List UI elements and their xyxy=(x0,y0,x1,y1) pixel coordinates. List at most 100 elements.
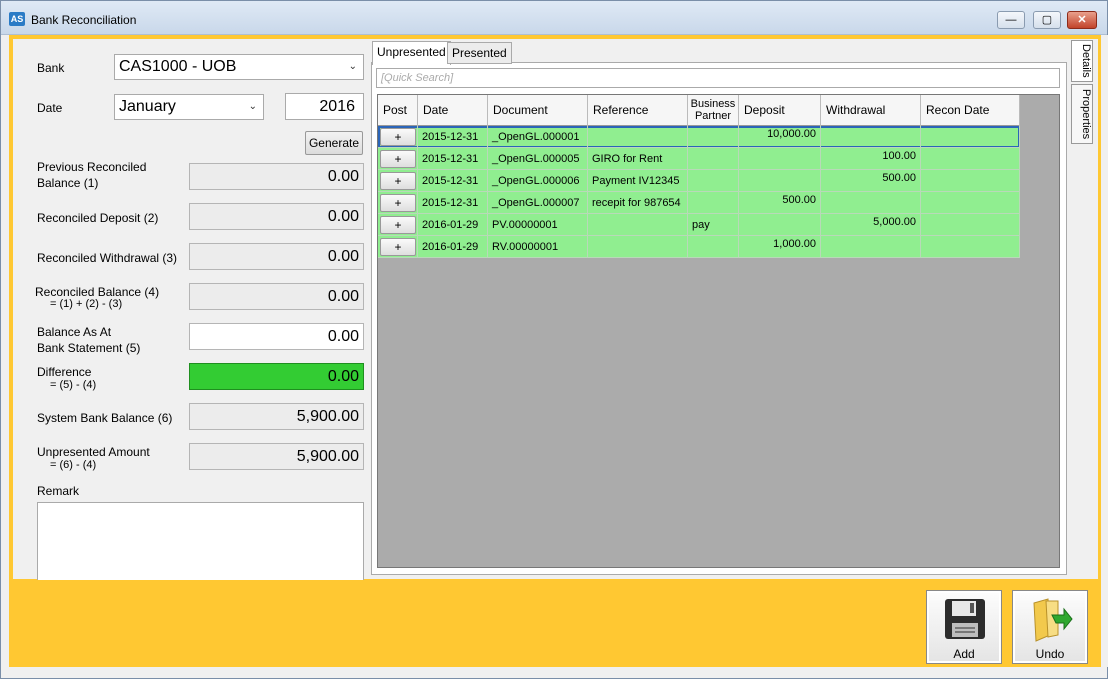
withdrawal-cell xyxy=(821,236,921,258)
recon-date-cell[interactable] xyxy=(921,236,1020,258)
system-bank-balance-field: 5,900.00 xyxy=(189,403,364,430)
quick-search-input[interactable]: [Quick Search] xyxy=(376,68,1060,88)
date-cell: 2015-12-31 xyxy=(418,126,488,148)
chevron-down-icon: ⌄ xyxy=(348,61,357,72)
post-cell: + xyxy=(378,192,418,214)
close-button[interactable]: ✕ xyxy=(1067,11,1097,29)
unpresented-amount-field: 5,900.00 xyxy=(189,443,364,470)
unpresented-amount-label: Unpresented Amount xyxy=(37,445,150,459)
recon-date-cell[interactable] xyxy=(921,148,1020,170)
deposit-cell xyxy=(739,214,821,236)
reconciled-withdrawal-field: 0.00 xyxy=(189,243,364,270)
column-header-deposit[interactable]: Deposit xyxy=(739,95,821,126)
transactions-grid: Post Date Document Reference Business Pa… xyxy=(377,94,1060,568)
bank-select[interactable]: CAS1000 - UOB ⌄ xyxy=(114,54,364,80)
column-header-withdrawal[interactable]: Withdrawal xyxy=(821,95,921,126)
post-button[interactable]: + xyxy=(380,150,416,168)
month-select[interactable]: January ⌄ xyxy=(114,94,264,120)
undo-button-label: Undo xyxy=(1035,647,1065,661)
add-button[interactable]: Add xyxy=(926,590,1002,664)
table-row[interactable]: + 2015-12-31 _OpenGL.000006 Payment IV12… xyxy=(378,170,1020,192)
partner-cell xyxy=(688,192,739,214)
business-partner-line-1: Business xyxy=(690,98,736,110)
column-header-business-partner[interactable]: Business Partner xyxy=(688,95,739,126)
side-tab-details[interactable]: Details xyxy=(1071,40,1093,82)
title-bar[interactable]: AS Bank Reconciliation — ▢ ✕ xyxy=(1,1,1107,35)
reconciled-deposit-label: Reconciled Deposit (2) xyxy=(37,211,159,225)
withdrawal-cell: 500.00 xyxy=(821,170,921,192)
remark-textarea[interactable] xyxy=(37,502,364,580)
bank-statement-balance-input[interactable]: 0.00 xyxy=(189,323,364,350)
deposit-cell xyxy=(739,170,821,192)
difference-field: 0.00 xyxy=(189,363,364,390)
date-cell: 2016-01-29 xyxy=(418,214,488,236)
date-cell: 2015-12-31 xyxy=(418,192,488,214)
deposit-cell: 10,000.00 xyxy=(739,126,821,148)
business-partner-line-2: Partner xyxy=(694,110,732,122)
table-row[interactable]: + 2016-01-29 RV.00000001 1,000.00 xyxy=(378,236,1020,258)
column-header-document[interactable]: Document xyxy=(488,95,588,126)
post-cell: + xyxy=(378,126,418,148)
reconciled-deposit-field: 0.00 xyxy=(189,203,364,230)
undo-folder-icon xyxy=(1033,598,1073,642)
post-button[interactable]: + xyxy=(380,194,416,212)
partner-cell xyxy=(688,236,739,258)
month-value: January xyxy=(119,98,176,115)
post-button[interactable]: + xyxy=(380,128,416,146)
column-header-post[interactable]: Post xyxy=(378,95,418,126)
minimize-button[interactable]: — xyxy=(997,11,1025,29)
undo-button[interactable]: Undo xyxy=(1012,590,1088,664)
withdrawal-cell xyxy=(821,192,921,214)
post-button[interactable]: + xyxy=(380,238,416,256)
reference-cell: GIRO for Rent xyxy=(588,148,688,170)
column-header-recon-date[interactable]: Recon Date xyxy=(921,95,1020,126)
recon-date-cell[interactable] xyxy=(921,214,1020,236)
reconciled-withdrawal-label: Reconciled Withdrawal (3) xyxy=(37,251,178,265)
add-button-label: Add xyxy=(953,647,975,661)
year-input[interactable]: 2016 xyxy=(285,93,364,120)
reference-cell: Payment IV12345 xyxy=(588,170,688,192)
table-row[interactable]: + 2015-12-31 _OpenGL.000001 10,000.00 xyxy=(378,126,1020,148)
date-cell: 2015-12-31 xyxy=(418,148,488,170)
withdrawal-cell: 5,000.00 xyxy=(821,214,921,236)
document-cell: _OpenGL.000005 xyxy=(488,148,588,170)
post-button[interactable]: + xyxy=(380,216,416,234)
reference-cell: recepit for 987654 xyxy=(588,192,688,214)
table-row[interactable]: + 2016-01-29 PV.00000001 pay 5,000.00 xyxy=(378,214,1020,236)
window-title: Bank Reconciliation xyxy=(31,13,137,27)
date-cell: 2015-12-31 xyxy=(418,170,488,192)
recon-date-cell[interactable] xyxy=(921,126,1020,148)
post-cell: + xyxy=(378,170,418,192)
recon-date-cell[interactable] xyxy=(921,192,1020,214)
table-row[interactable]: + 2015-12-31 _OpenGL.000007 recepit for … xyxy=(378,192,1020,214)
document-cell: _OpenGL.000001 xyxy=(488,126,588,148)
reference-cell xyxy=(588,236,688,258)
post-cell: + xyxy=(378,236,418,258)
chevron-down-icon: ⌄ xyxy=(248,101,257,112)
app-icon: AS xyxy=(9,12,25,26)
document-cell: PV.00000001 xyxy=(488,214,588,236)
bank-statement-label-2: Bank Statement (5) xyxy=(37,341,141,355)
bank-statement-label: Balance As At xyxy=(37,325,112,339)
post-button[interactable]: + xyxy=(380,172,416,190)
recon-date-cell[interactable] xyxy=(921,170,1020,192)
tab-unpresented[interactable]: Unpresented xyxy=(372,41,451,65)
side-tab-properties[interactable]: Properties xyxy=(1071,84,1093,144)
deposit-cell: 500.00 xyxy=(739,192,821,214)
generate-button[interactable]: Generate xyxy=(305,131,363,155)
date-label: Date xyxy=(37,101,63,115)
reconciled-balance-formula: = (1) + (2) - (3) xyxy=(50,298,123,310)
previous-reconciled-balance-field: 0.00 xyxy=(189,163,364,190)
difference-formula: = (5) - (4) xyxy=(50,379,97,391)
difference-label: Difference xyxy=(37,365,92,379)
column-header-date[interactable]: Date xyxy=(418,95,488,126)
previous-reconciled-label-2: Balance (1) xyxy=(37,176,99,190)
unpresented-amount-formula: = (6) - (4) xyxy=(50,459,97,471)
document-cell: RV.00000001 xyxy=(488,236,588,258)
previous-reconciled-label: Previous Reconciled xyxy=(37,160,147,174)
maximize-button[interactable]: ▢ xyxy=(1033,11,1061,29)
grid-header: Post Date Document Reference Business Pa… xyxy=(378,95,1020,126)
tab-presented[interactable]: Presented xyxy=(447,42,512,64)
table-row[interactable]: + 2015-12-31 _OpenGL.000005 GIRO for Ren… xyxy=(378,148,1020,170)
column-header-reference[interactable]: Reference xyxy=(588,95,688,126)
